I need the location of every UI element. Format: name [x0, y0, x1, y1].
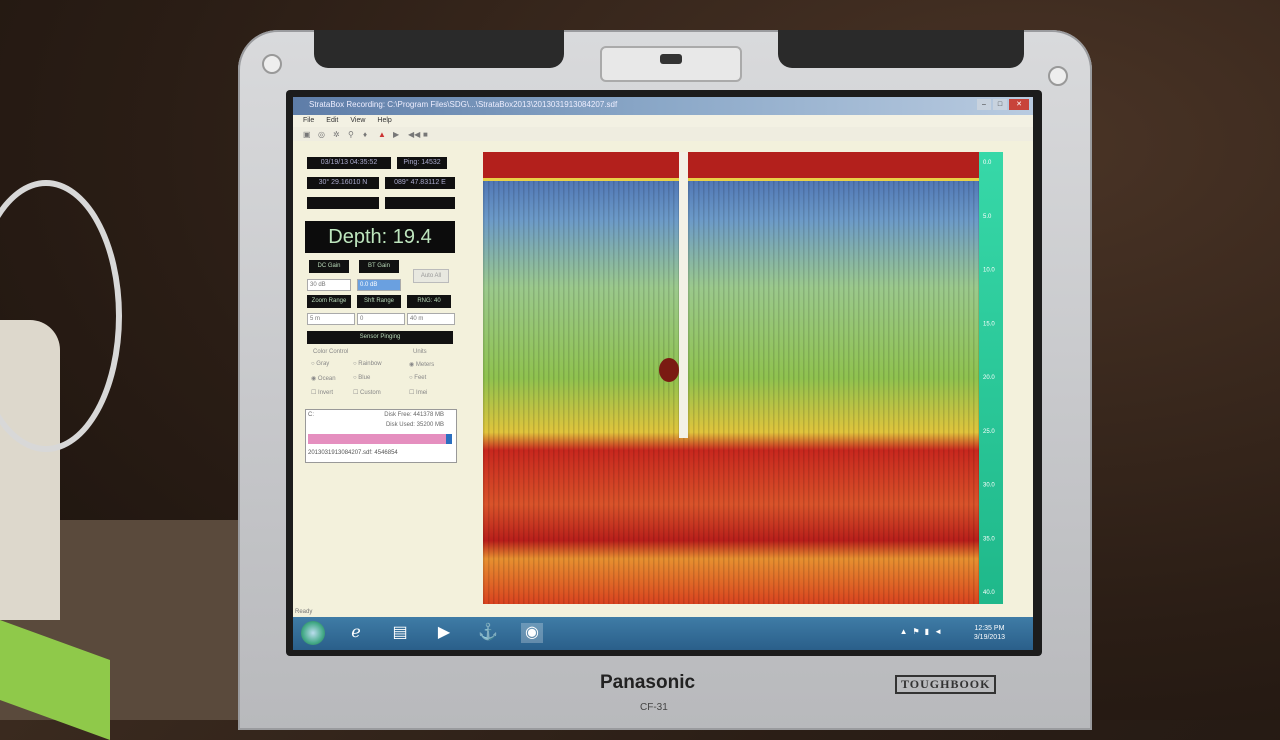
- surface-band: [483, 152, 979, 180]
- heading-scale: [385, 197, 455, 209]
- screen: StrataBox Recording: C:\Program Files\SD…: [293, 97, 1033, 650]
- folder-icon[interactable]: ▤: [389, 623, 411, 643]
- bt-gain-button[interactable]: BT Gain: [359, 260, 399, 273]
- longitude-readout: 089° 47.83112 E: [385, 177, 455, 189]
- close-button[interactable]: ✕: [1009, 99, 1029, 110]
- depth-scale-label: 10.0: [983, 268, 995, 274]
- menu-bar: File Edit View Help: [293, 115, 1033, 127]
- range-button[interactable]: RNG: 40: [407, 295, 451, 308]
- color-ocean-radio[interactable]: Ocean: [311, 375, 336, 382]
- units-feet-radio[interactable]: Feet: [409, 375, 426, 381]
- color-control-group: Color Control Gray Rainbow Ocean Blue In…: [307, 349, 455, 405]
- depth-scale-label: 30.0: [983, 483, 995, 489]
- depth-scale-label: 40.0: [983, 590, 995, 596]
- depth-scale-label: 20.0: [983, 375, 995, 381]
- lid-latch: [600, 46, 742, 82]
- clock[interactable]: 12:35 PM 3/19/2013: [974, 624, 1005, 642]
- imei-checkbox[interactable]: Imei: [409, 389, 427, 396]
- latitude-readout: 30° 29.16010 N: [307, 177, 379, 189]
- auto-all-button[interactable]: Auto All: [413, 269, 449, 283]
- color-rainbow-radio[interactable]: Rainbow: [353, 361, 381, 367]
- transducer-pole: [679, 152, 688, 438]
- browser-icon[interactable]: ℯ: [345, 623, 367, 643]
- record-icon[interactable]: ◎: [318, 130, 327, 139]
- depth-scale-label: 15.0: [983, 321, 995, 327]
- compass-scale: [307, 197, 379, 209]
- open-icon[interactable]: ▣: [303, 130, 312, 139]
- units-title: Units: [413, 349, 427, 355]
- menu-help[interactable]: Help: [377, 115, 391, 127]
- invert-checkbox[interactable]: Invert: [311, 389, 333, 396]
- zoom-select[interactable]: 5 m: [307, 313, 355, 325]
- rewind-icon[interactable]: ◀◀: [408, 130, 420, 139]
- color-blue-radio[interactable]: Blue: [353, 375, 370, 381]
- depth-readout: Depth: 19.4: [305, 221, 455, 253]
- brand-logo: Panasonic: [600, 672, 696, 693]
- pin-icon[interactable]: ⚲: [348, 130, 357, 139]
- window-titlebar[interactable]: StrataBox Recording: C:\Program Files\SD…: [293, 97, 1033, 115]
- stratabox-app-icon[interactable]: ◉: [521, 623, 543, 643]
- depth-scale-label: 5.0: [983, 214, 992, 220]
- color-gray-radio[interactable]: Gray: [311, 361, 329, 367]
- minimize-button[interactable]: –: [977, 99, 991, 110]
- toolbar: ▣ ◎ ✲ ⚲ ♦ ▲ ▶ ◀◀ ■: [293, 127, 1033, 141]
- custom-checkbox[interactable]: Custom: [353, 389, 381, 396]
- lid-handle-left: [314, 30, 564, 68]
- warning-icon[interactable]: ▲: [378, 130, 387, 139]
- recording-file: 2013031913084207.sdf: 4546854: [308, 450, 398, 456]
- disk-used: Disk Used: 35200 MB: [385, 422, 444, 428]
- datetime-readout: 03/19/13 04:35:52: [307, 157, 391, 169]
- menu-view[interactable]: View: [350, 115, 365, 127]
- system-tray[interactable]: ▲⚑▮◄: [900, 627, 947, 636]
- toughbook-badge: TOUGHBOOK: [895, 675, 997, 694]
- taskbar: ℯ ▤ ▶ ⚓ ◉ ▲⚑▮◄ 12:35 PM 3/19/2013: [293, 617, 1033, 650]
- window-title: StrataBox Recording: C:\Program Files\SD…: [309, 100, 618, 109]
- stop-icon[interactable]: ■: [423, 130, 432, 139]
- zoom-range-button[interactable]: Zoom Range: [307, 295, 351, 308]
- disk-free: Disk Free: 441378 MB: [384, 412, 444, 418]
- clock-time: 12:35 PM: [974, 625, 1005, 632]
- depth-scale-label: 0.0: [983, 160, 992, 166]
- start-button[interactable]: [301, 621, 325, 645]
- model-label: CF-31: [640, 702, 668, 713]
- play-icon[interactable]: ▶: [393, 130, 402, 139]
- shift-select[interactable]: 0: [357, 313, 405, 325]
- settings-icon[interactable]: ✲: [333, 130, 342, 139]
- app-icon[interactable]: ⚓: [477, 623, 499, 643]
- dc-gain-button[interactable]: DC Gain: [309, 260, 349, 273]
- dc-gain-select[interactable]: 30 dB: [307, 279, 351, 291]
- units-meters-radio[interactable]: Meters: [409, 361, 434, 368]
- sonar-target: [659, 358, 679, 382]
- bt-gain-select[interactable]: 0.0 dB: [357, 279, 401, 291]
- menu-file[interactable]: File: [303, 115, 314, 127]
- status-bar: Ready: [295, 609, 313, 615]
- depth-scale-label: 25.0: [983, 429, 995, 435]
- disk-panel: C: Disk Free: 441378 MB Disk Used: 35200…: [305, 409, 457, 463]
- screw-icon: [1048, 66, 1068, 86]
- color-control-title: Color Control: [313, 349, 349, 355]
- sensor-status: Sensor Pinging: [307, 331, 453, 344]
- clock-date: 3/19/2013: [973, 634, 1005, 641]
- menu-edit[interactable]: Edit: [326, 115, 338, 127]
- lid-handle-right: [778, 30, 1024, 68]
- range-select[interactable]: 40 m: [407, 313, 455, 325]
- depth-scale-label: 35.0: [983, 536, 995, 542]
- disk-usage-marker: [446, 434, 452, 444]
- drive-label: C:: [308, 412, 314, 418]
- maximize-button[interactable]: □: [993, 99, 1007, 110]
- shift-range-button[interactable]: Shft Range: [357, 295, 401, 308]
- screw-icon: [262, 54, 282, 74]
- sonar-echogram[interactable]: 0.0 5.0 10.0 15.0 20.0 25.0 30.0 35.0 40.0: [483, 152, 1003, 604]
- marker-icon[interactable]: ♦: [363, 130, 372, 139]
- media-icon[interactable]: ▶: [433, 623, 455, 643]
- ping-readout: Ping: 14532: [397, 157, 447, 169]
- disk-usage-bar: [308, 434, 448, 444]
